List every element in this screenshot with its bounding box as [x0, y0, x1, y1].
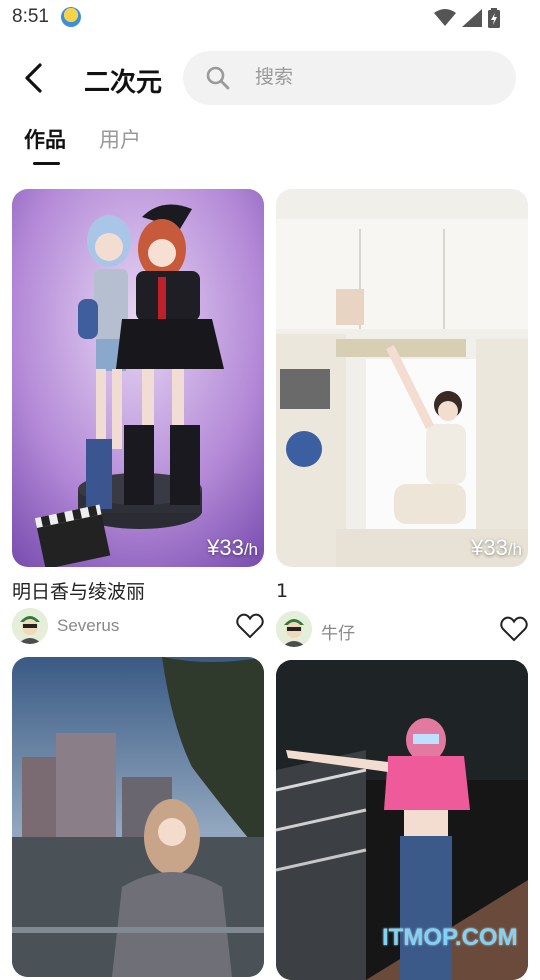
watermark: ITMOP.COM	[382, 924, 518, 951]
price-value: ¥33	[207, 535, 244, 560]
tab-users[interactable]: 用户	[99, 124, 141, 154]
price-unit: /h	[243, 540, 258, 559]
work-card[interactable]	[276, 660, 528, 980]
work-card[interactable]: ¥33/h 1 牛仔	[276, 189, 528, 649]
status-icons	[434, 8, 500, 28]
work-title: 明日香与绫波丽	[12, 581, 146, 603]
battery-icon	[488, 8, 500, 28]
price-value: ¥33	[471, 535, 508, 560]
search-input[interactable]	[255, 62, 495, 92]
author-row: Severus	[12, 608, 264, 646]
tab-bar: 作品 用户	[0, 118, 540, 172]
page-title: 二次元	[84, 68, 163, 98]
price-label: ¥33/h	[207, 535, 258, 561]
cell-signal-icon	[462, 9, 482, 27]
header: 二次元	[0, 48, 540, 108]
work-card[interactable]	[12, 657, 264, 977]
wifi-icon	[434, 9, 456, 26]
tab-indicator	[33, 162, 60, 165]
work-card[interactable]: ¥33/h 明日香与绫波丽 Severus	[12, 189, 264, 649]
work-image[interactable]: ¥33/h	[276, 189, 528, 567]
back-button[interactable]	[20, 62, 50, 94]
app-notification-icon	[61, 7, 81, 27]
heart-icon[interactable]	[236, 613, 264, 639]
price-label: ¥33/h	[471, 535, 522, 561]
work-image[interactable]	[12, 657, 264, 977]
cosplay-photo	[276, 189, 528, 567]
price-unit: /h	[507, 540, 522, 559]
chevron-left-icon	[25, 63, 42, 93]
heart-icon[interactable]	[500, 616, 528, 642]
avatar-image	[276, 611, 312, 647]
status-time: 8:51	[12, 6, 49, 27]
status-bar: 8:51	[0, 0, 540, 36]
search-box[interactable]	[183, 51, 516, 105]
avatar[interactable]	[12, 608, 48, 644]
work-title: 1	[276, 580, 289, 602]
cosplay-photo	[12, 657, 264, 977]
search-icon	[206, 66, 230, 90]
avatar[interactable]	[276, 611, 312, 647]
avatar-image	[12, 608, 48, 644]
author-name[interactable]: 牛仔	[321, 619, 355, 644]
author-row: 牛仔	[276, 611, 528, 649]
tab-works[interactable]: 作品	[24, 124, 66, 154]
work-image[interactable]: ¥33/h	[12, 189, 264, 567]
cosplay-photo	[12, 189, 264, 567]
author-name[interactable]: Severus	[57, 616, 119, 636]
